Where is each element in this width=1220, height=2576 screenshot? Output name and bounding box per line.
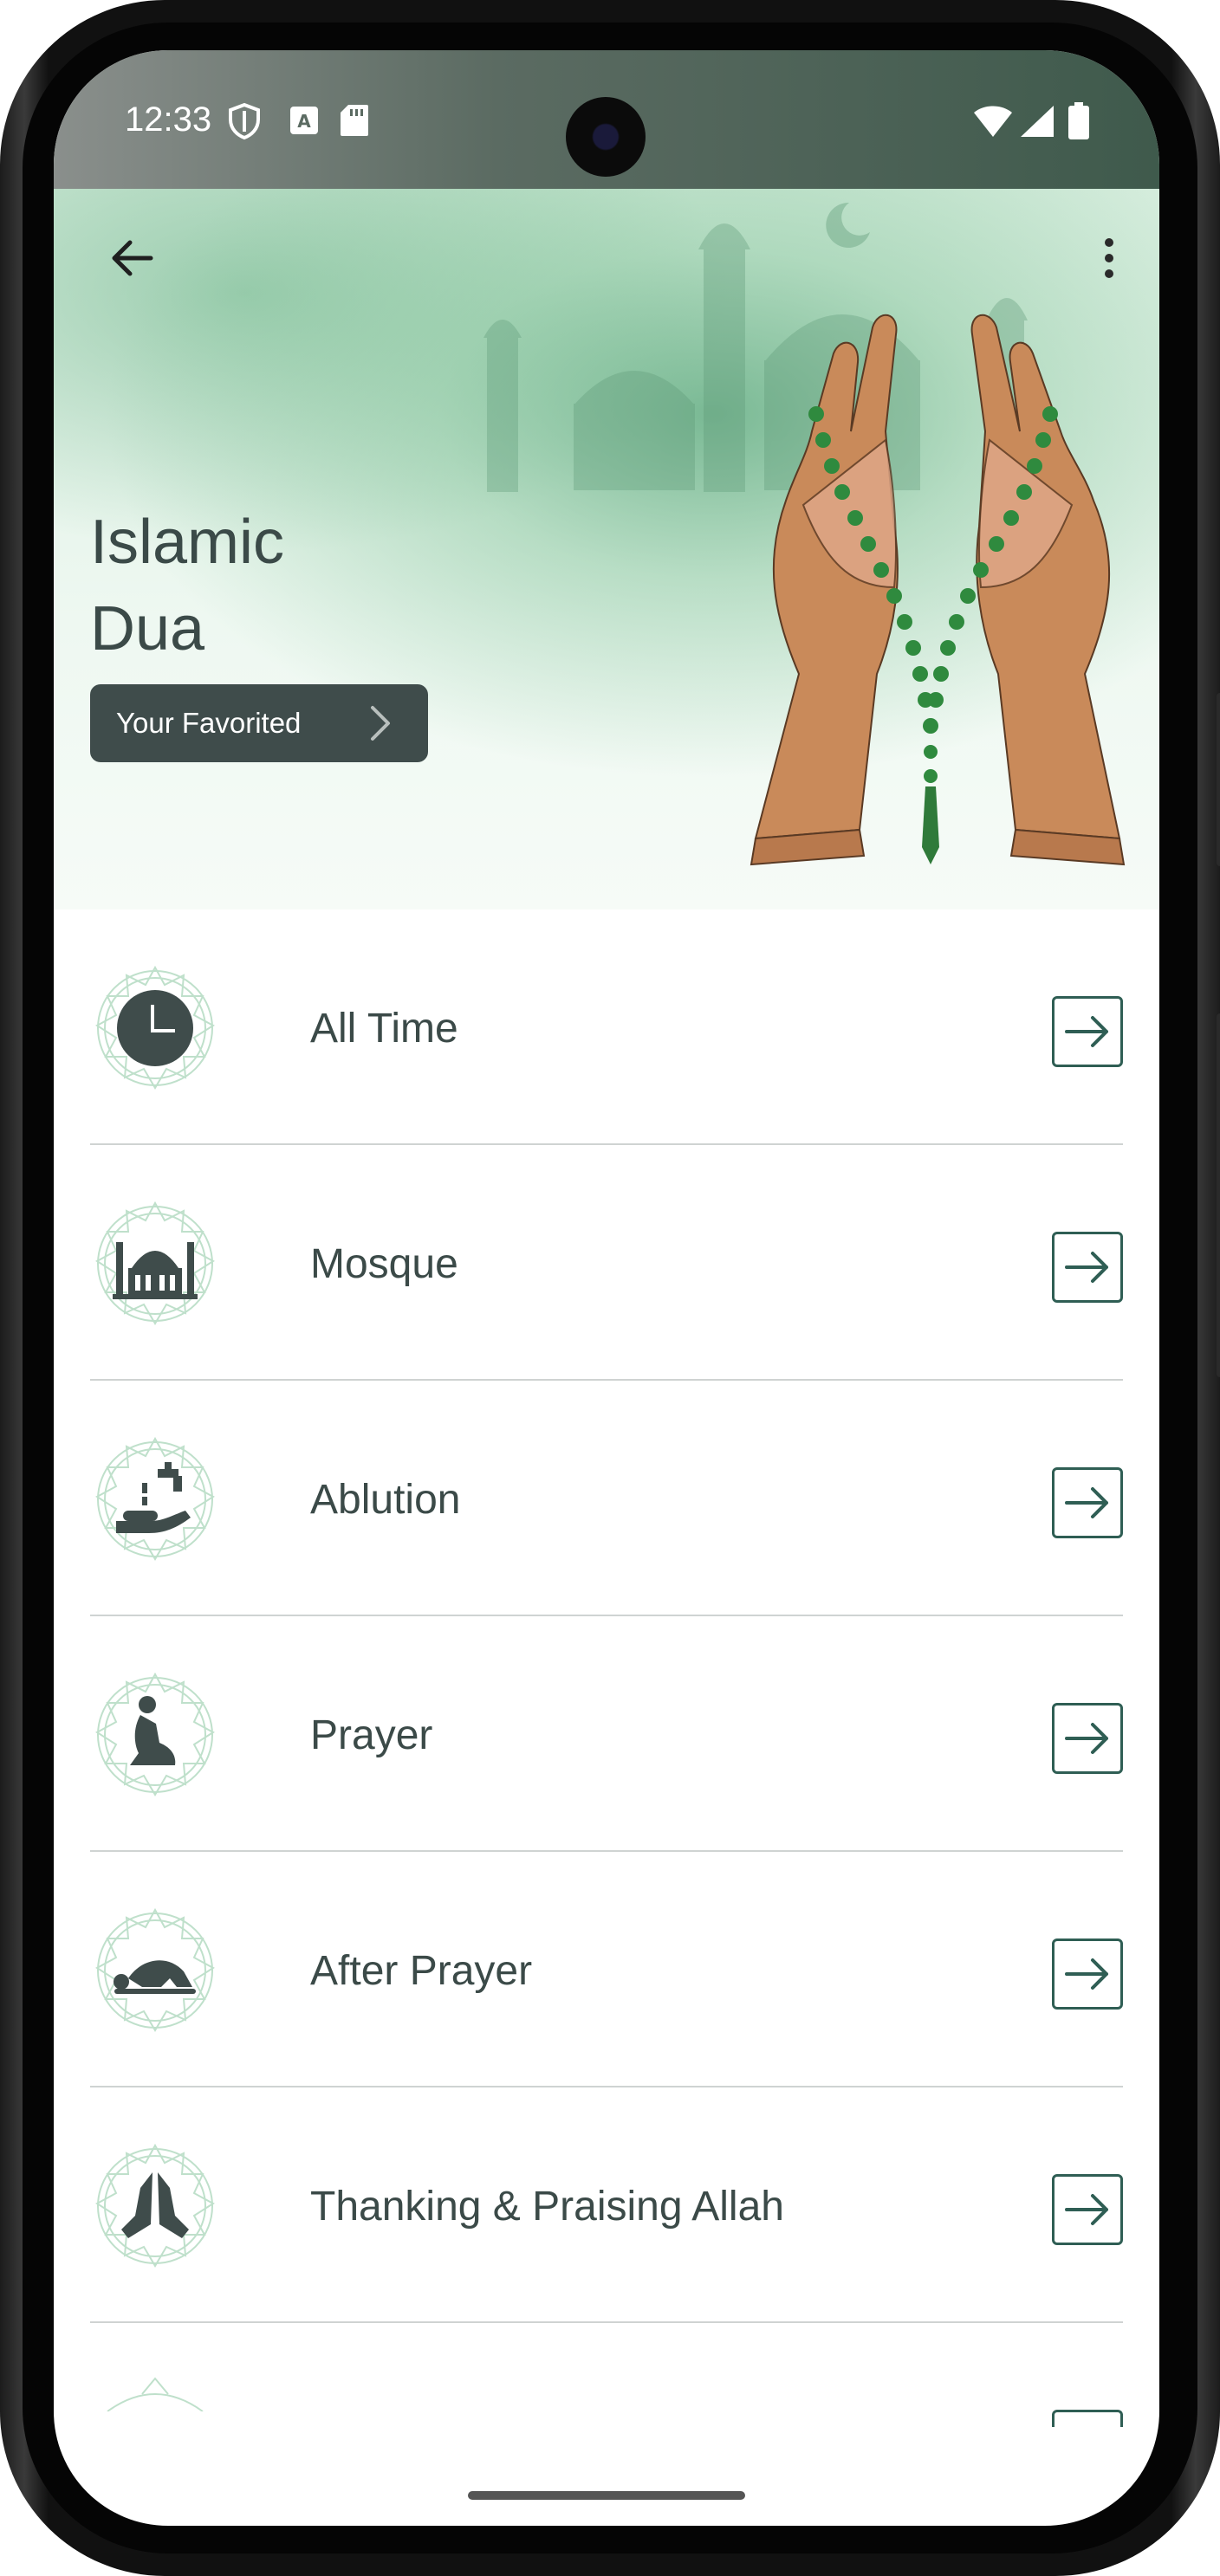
praying-hands-illustration-icon: [750, 314, 1126, 866]
prayer-icon: [95, 1672, 215, 1796]
list-item-thanking-praising-allah[interactable]: Thanking & Praising Allah: [90, 2087, 1123, 2323]
back-arrow-icon: [112, 240, 153, 276]
shield-icon: [229, 102, 260, 140]
partial-arrow-button[interactable]: [1052, 2410, 1123, 2427]
open-prayer-button[interactable]: [1052, 1703, 1123, 1774]
page-title: Islamic Dua: [90, 499, 437, 672]
more-vert-icon: [1105, 238, 1113, 278]
more-options-button[interactable]: [1083, 223, 1135, 293]
item-label-ablution: Ablution: [310, 1477, 461, 1523]
chevron-right-icon: [371, 706, 390, 741]
list-item-after-prayer[interactable]: After Prayer: [90, 1852, 1123, 2087]
item-label-thanking-praising-allah: Thanking & Praising Allah: [310, 2184, 784, 2230]
font-a-icon: A: [290, 107, 318, 134]
open-mosque-button[interactable]: [1052, 1232, 1123, 1303]
title-line-1: Islamic: [90, 508, 285, 577]
list-item-partial: [90, 2323, 1123, 2427]
ablution-icon: [95, 1436, 215, 1561]
wifi-icon: [974, 106, 1012, 137]
partial-item-icon: [107, 2377, 204, 2411]
status-time: 12:33: [125, 100, 212, 139]
list-item-mosque[interactable]: Mosque: [90, 1145, 1123, 1381]
back-button[interactable]: [97, 223, 166, 293]
sd-card-icon: [341, 105, 368, 136]
open-all-time-button[interactable]: [1052, 996, 1123, 1067]
arrow-right-icon: [1065, 1487, 1108, 1518]
battery-icon: [1068, 102, 1089, 139]
open-ablution-button[interactable]: [1052, 1467, 1123, 1538]
clock-icon: [95, 965, 215, 1090]
your-favorited-label: Your Favorited: [116, 707, 302, 739]
list-item-ablution[interactable]: Ablution: [90, 1381, 1123, 1616]
list-item-all-time[interactable]: All Time: [90, 909, 1123, 1145]
mosque-icon: [95, 1201, 215, 1325]
open-thanking-praising-allah-button[interactable]: [1052, 2174, 1123, 2245]
arrow-right-icon: [1065, 2194, 1108, 2225]
arrow-right-icon: [1065, 1723, 1108, 1754]
home-indicator[interactable]: [468, 2491, 745, 2500]
arrow-right-icon: [1065, 1252, 1108, 1283]
item-label-all-time: All Time: [310, 1006, 458, 1052]
open-after-prayer-button[interactable]: [1052, 1938, 1123, 2010]
arrow-right-icon: [1065, 1016, 1108, 1047]
title-line-2: Dua: [90, 594, 205, 663]
dua-category-list: All Time Mosque Ablution Prayer After Pr…: [54, 909, 1159, 2427]
phone-frame: 12:33 A Islamic Dua Your Favorited All T…: [0, 0, 1220, 2576]
item-label-prayer: Prayer: [310, 1712, 433, 1758]
power-button: [1217, 1013, 1220, 1377]
signal-icon: [1021, 106, 1054, 137]
header-banner: Islamic Dua Your Favorited: [54, 189, 1159, 909]
app-screen: 12:33 A Islamic Dua Your Favorited All T…: [54, 50, 1159, 2526]
item-label-mosque: Mosque: [310, 1241, 458, 1287]
item-label-after-prayer: After Prayer: [310, 1948, 533, 1994]
svg-text:A: A: [297, 111, 311, 132]
your-favorited-button[interactable]: Your Favorited: [90, 684, 428, 762]
volume-button: [1217, 693, 1220, 866]
prostration-icon: [95, 1907, 215, 2032]
arrow-right-icon: [1065, 1958, 1108, 1990]
list-item-prayer[interactable]: Prayer: [90, 1616, 1123, 1852]
praying-hands-icon: [95, 2143, 215, 2268]
